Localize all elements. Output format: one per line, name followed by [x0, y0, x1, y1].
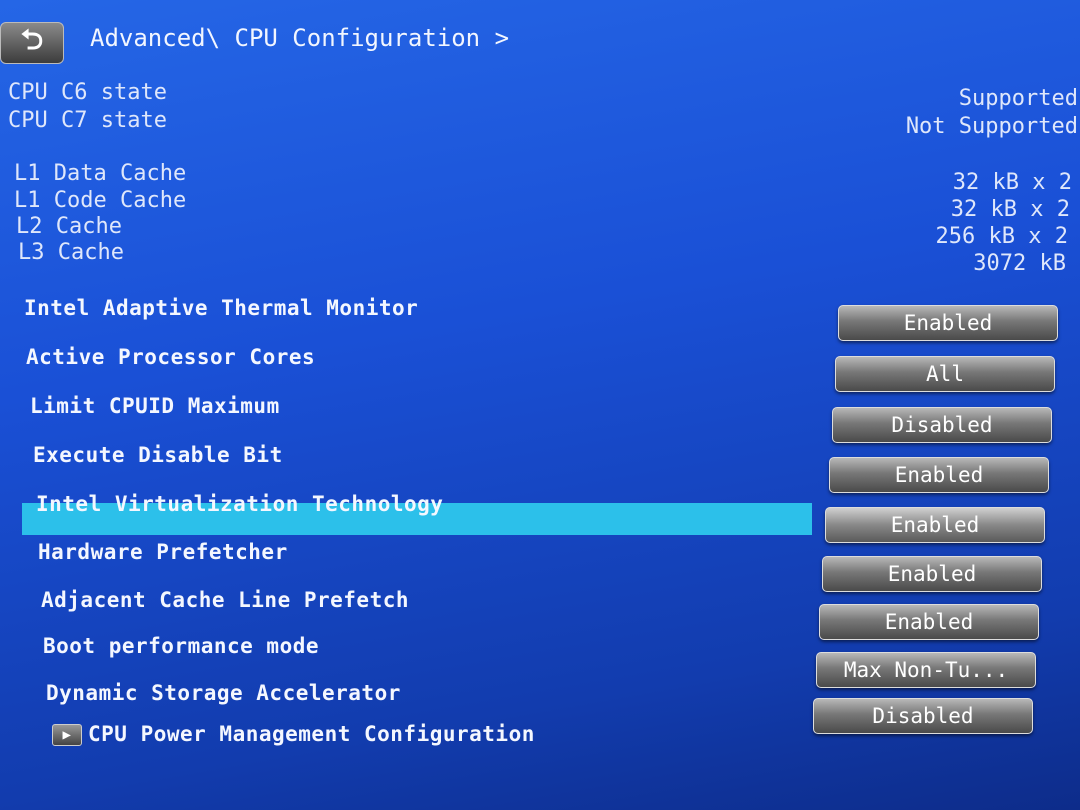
setting-label[interactable]: Boot performance mode	[43, 634, 319, 658]
setting-value-button[interactable]: Disabled	[813, 698, 1033, 734]
submenu-arrow-icon: ▶	[52, 724, 82, 746]
setting-value-button[interactable]: Enabled	[829, 457, 1049, 493]
setting-label[interactable]: Active Processor Cores	[26, 345, 315, 369]
c7-label: CPU C7 state	[8, 108, 167, 133]
breadcrumb: Advanced\ CPU Configuration >	[90, 24, 510, 52]
setting-value-button[interactable]: All	[835, 356, 1055, 392]
c7-value: Not Supported	[905, 114, 1078, 139]
setting-value-button[interactable]: Enabled	[825, 507, 1045, 543]
cache-value: 256 kB x 2	[935, 224, 1068, 249]
submenu-label: CPU Power Management Configuration	[88, 722, 535, 746]
setting-value-button[interactable]: Max Non-Tu...	[816, 652, 1036, 688]
setting-label[interactable]: Execute Disable Bit	[33, 443, 283, 467]
setting-label[interactable]: Limit CPUID Maximum	[30, 394, 280, 418]
cache-value: 3072 kB	[973, 251, 1066, 276]
submenu-cpu-power-management[interactable]: ▶ CPU Power Management Configuration	[52, 722, 535, 746]
cache-label: L1 Data Cache	[14, 161, 187, 186]
setting-value-button[interactable]: Enabled	[819, 604, 1039, 640]
setting-value-button[interactable]: Enabled	[822, 556, 1042, 592]
setting-label[interactable]: Hardware Prefetcher	[38, 540, 288, 564]
setting-label[interactable]: Intel Adaptive Thermal Monitor	[24, 296, 418, 320]
cache-label: L3 Cache	[18, 240, 124, 265]
setting-label-selected[interactable]: Intel Virtualization Technology	[36, 492, 443, 516]
cache-label: L1 Code Cache	[14, 188, 187, 213]
c6-value: Supported	[958, 86, 1078, 111]
back-button[interactable]: ⮌	[0, 22, 64, 64]
cache-value: 32 kB x 2	[950, 197, 1070, 222]
c6-label: CPU C6 state	[8, 80, 167, 105]
setting-label[interactable]: Adjacent Cache Line Prefetch	[41, 588, 409, 612]
setting-value-button[interactable]: Enabled	[838, 305, 1058, 341]
cache-value: 32 kB x 2	[952, 170, 1072, 195]
cache-label: L2 Cache	[16, 214, 122, 239]
setting-value-button[interactable]: Disabled	[832, 407, 1052, 443]
back-arrow-icon: ⮌	[20, 23, 44, 56]
setting-label[interactable]: Dynamic Storage Accelerator	[46, 681, 401, 705]
